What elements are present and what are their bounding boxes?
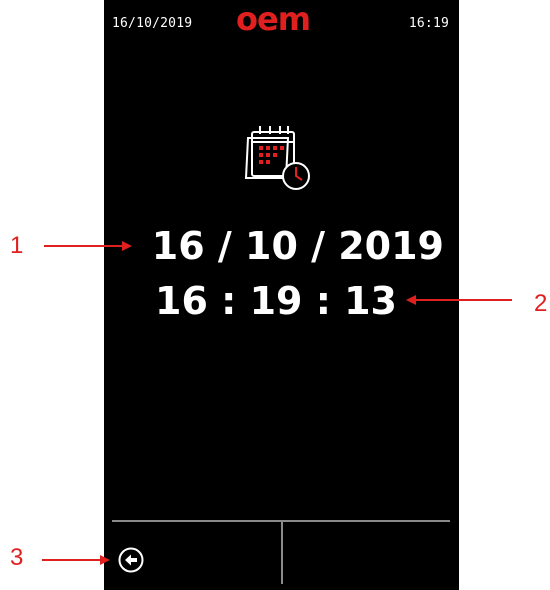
- annotation-arrows: [42, 241, 512, 565]
